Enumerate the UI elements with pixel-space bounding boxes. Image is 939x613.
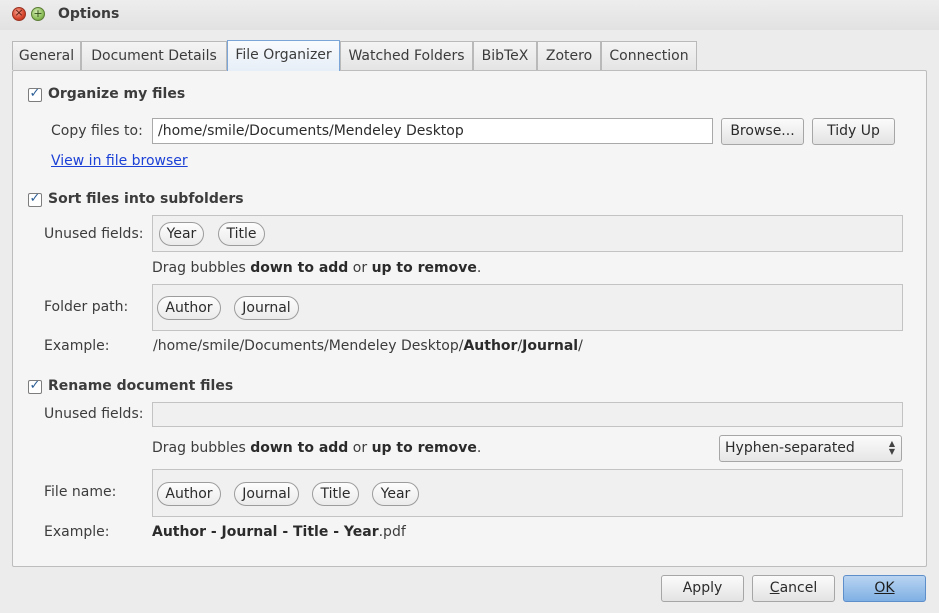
field-bubble-title[interactable]: Title: [218, 222, 265, 246]
title-bar: × + Options: [0, 0, 939, 30]
sort-subfolders-label: Sort files into subfolders: [48, 191, 244, 207]
window-title: Options: [58, 6, 120, 22]
tab-watched-folders[interactable]: Watched Folders: [340, 41, 473, 70]
field-bubble-year[interactable]: Year: [372, 482, 419, 506]
folder-path-zone[interactable]: Author Journal: [152, 284, 903, 331]
rename-files-checkbox[interactable]: ✓: [28, 378, 42, 394]
file-name-zone[interactable]: Author Journal Title Year: [152, 469, 903, 517]
field-bubble-journal[interactable]: Journal: [234, 482, 299, 506]
separator-select[interactable]: Hyphen-separated ▲ ▼: [719, 435, 902, 462]
apply-button[interactable]: Apply: [661, 575, 744, 602]
sort-unused-fields-label: Unused fields:: [44, 226, 144, 242]
sort-example-path: /home/smile/Documents/Mendeley Desktop/A…: [153, 338, 583, 354]
field-bubble-journal[interactable]: Journal: [234, 296, 299, 320]
tab-file-organizer[interactable]: File Organizer: [227, 40, 340, 71]
cancel-button[interactable]: Cancel: [752, 575, 835, 602]
sort-subfolders-checkbox[interactable]: ✓: [28, 191, 42, 207]
maximize-icon[interactable]: +: [31, 7, 45, 21]
sort-example-label: Example:: [44, 338, 110, 354]
ok-button[interactable]: OK: [843, 575, 926, 602]
sort-drag-hint: Drag bubbles down to add or up to remove…: [152, 260, 482, 276]
sort-unused-fields-zone[interactable]: Year Title: [152, 215, 903, 252]
checkmark-icon: ✓: [29, 378, 41, 393]
organize-files-checkbox[interactable]: ✓: [28, 86, 42, 102]
field-bubble-year[interactable]: Year: [159, 222, 204, 246]
rename-unused-fields-label: Unused fields:: [44, 406, 144, 422]
rename-drag-hint: Drag bubbles down to add or up to remove…: [152, 440, 482, 456]
tidy-up-button[interactable]: Tidy Up: [812, 118, 895, 145]
separator-select-value: Hyphen-separated: [725, 440, 855, 456]
updown-arrows-icon: ▲ ▼: [888, 439, 895, 456]
tab-zotero[interactable]: Zotero: [537, 41, 601, 70]
checkmark-icon: ✓: [29, 86, 41, 101]
folder-path-label: Folder path:: [44, 299, 129, 315]
field-bubble-author[interactable]: Author: [157, 482, 221, 506]
tab-document-details[interactable]: Document Details: [81, 41, 227, 70]
rename-unused-fields-zone[interactable]: [152, 402, 903, 427]
file-name-label: File name:: [44, 484, 117, 500]
close-icon[interactable]: ×: [12, 6, 26, 21]
copy-path-input[interactable]: /home/smile/Documents/Mendeley Desktop: [152, 118, 713, 144]
tab-general[interactable]: General: [12, 41, 81, 70]
tab-connection[interactable]: Connection: [601, 41, 697, 70]
view-in-file-browser-link[interactable]: View in file browser: [51, 153, 188, 169]
organize-files-label: Organize my files: [48, 86, 186, 102]
field-bubble-author[interactable]: Author: [157, 296, 221, 320]
browse-button[interactable]: Browse...: [721, 118, 804, 145]
rename-example-label: Example:: [44, 524, 110, 540]
rename-example-name: Author - Journal - Title - Year.pdf: [152, 524, 406, 540]
field-bubble-title[interactable]: Title: [312, 482, 359, 506]
checkmark-icon: ✓: [29, 191, 41, 206]
copy-files-label: Copy files to:: [51, 123, 143, 139]
rename-files-label: Rename document files: [48, 378, 234, 394]
tab-bibtex[interactable]: BibTeX: [473, 41, 537, 70]
